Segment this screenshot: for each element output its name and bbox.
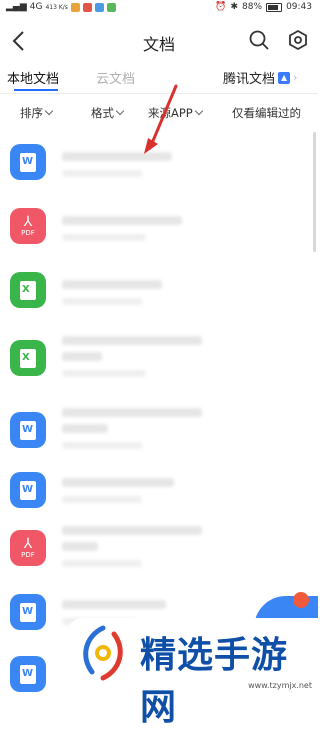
notification-icon bbox=[82, 2, 92, 12]
file-meta-redacted bbox=[62, 560, 142, 567]
excel-file-icon: X bbox=[10, 272, 46, 308]
file-meta-redacted bbox=[62, 496, 142, 503]
watermark-logo-icon bbox=[83, 625, 123, 681]
file-name-redacted bbox=[62, 424, 108, 433]
file-name-redacted bbox=[62, 352, 102, 361]
file-name-redacted bbox=[62, 280, 162, 289]
word-file-icon: W bbox=[10, 594, 46, 630]
tab-cloud-docs[interactable]: 云文档 bbox=[96, 68, 135, 87]
list-item[interactable]: ⅄ PDF bbox=[0, 516, 318, 582]
word-file-icon: W bbox=[10, 472, 46, 508]
filter-edited-label: 仅看编辑过的 bbox=[232, 106, 301, 120]
chevron-down-icon bbox=[115, 106, 125, 116]
list-item[interactable]: X bbox=[0, 326, 318, 392]
battery-percent: 88% bbox=[242, 2, 263, 12]
chevron-down-icon bbox=[194, 106, 203, 116]
file-meta-redacted bbox=[62, 170, 142, 177]
active-tab-indicator bbox=[14, 89, 58, 91]
fab-badge bbox=[293, 592, 309, 608]
status-bar: ▂▄▆ 4G 413 K/s ⏰ ✱ 88% 09:43 bbox=[0, 0, 318, 16]
clock: 09:43 bbox=[286, 2, 312, 12]
annotation-arrow-icon bbox=[144, 84, 178, 154]
settings-button[interactable] bbox=[287, 29, 309, 51]
network-speed: 413 K/s bbox=[45, 3, 68, 11]
word-file-icon: W bbox=[10, 144, 46, 180]
chevron-right-icon: › bbox=[293, 71, 298, 84]
alarm-icon: ⏰ bbox=[215, 2, 227, 12]
file-meta-redacted bbox=[62, 370, 146, 377]
search-icon bbox=[249, 30, 269, 50]
watermark-title: 精选手游网 bbox=[140, 635, 289, 728]
notification-icon bbox=[106, 2, 116, 12]
list-item[interactable]: ⅄ PDF bbox=[0, 202, 318, 252]
file-name-redacted bbox=[62, 478, 174, 487]
pdf-file-icon: ⅄ PDF bbox=[10, 208, 46, 244]
file-name-redacted bbox=[62, 542, 98, 551]
filter-sort-label: 排序 bbox=[20, 106, 43, 120]
file-meta-redacted bbox=[62, 234, 146, 241]
list-item[interactable]: X bbox=[0, 266, 318, 316]
scrollbar[interactable] bbox=[313, 132, 316, 252]
file-name-redacted bbox=[62, 600, 166, 609]
filter-sort[interactable]: 排序 bbox=[20, 105, 54, 121]
list-item[interactable]: W bbox=[0, 398, 318, 464]
watermark-url: www.tzymjx.net bbox=[248, 681, 312, 690]
signal-icon: ▂▄▆ bbox=[6, 2, 27, 12]
acrobat-icon: ⅄ bbox=[23, 213, 33, 230]
status-right: ⏰ ✱ 88% 09:43 bbox=[215, 2, 312, 12]
excel-file-icon: X bbox=[10, 340, 46, 376]
filter-edited-only[interactable]: 仅看编辑过的 bbox=[232, 105, 301, 121]
tencent-docs-icon: ▲ bbox=[278, 71, 291, 84]
filter-format-label: 格式 bbox=[91, 106, 114, 120]
pdf-file-icon: ⅄ PDF bbox=[10, 530, 46, 566]
word-file-icon: W bbox=[10, 656, 46, 692]
word-file-icon: W bbox=[10, 412, 46, 448]
network-type: 4G bbox=[29, 2, 43, 12]
filter-format[interactable]: 格式 bbox=[91, 105, 125, 121]
page-title: 文档 bbox=[142, 35, 175, 54]
tab-tencent-docs[interactable]: 腾讯文档 ▲ › bbox=[223, 68, 297, 87]
watermark: 精选手游网 www.tzymjx.net bbox=[68, 618, 318, 728]
acrobat-icon: ⅄ bbox=[23, 535, 33, 552]
notification-icon bbox=[94, 2, 104, 12]
file-name-redacted bbox=[62, 336, 202, 345]
settings-hex-icon bbox=[289, 29, 307, 51]
header: 文档 bbox=[0, 22, 318, 60]
bluetooth-icon: ✱ bbox=[230, 2, 239, 12]
search-button[interactable] bbox=[248, 29, 270, 51]
tab-local-docs[interactable]: 本地文档 bbox=[7, 68, 59, 87]
list-item[interactable]: W bbox=[0, 466, 318, 520]
file-name-redacted bbox=[62, 216, 182, 225]
status-left: ▂▄▆ 4G 413 K/s bbox=[6, 2, 116, 12]
battery-icon bbox=[266, 2, 283, 12]
tab-tencent-label: 腾讯文档 bbox=[223, 72, 276, 87]
file-name-redacted bbox=[62, 526, 202, 535]
chevron-down-icon bbox=[44, 106, 54, 116]
file-meta-redacted bbox=[62, 298, 142, 305]
file-meta-redacted bbox=[62, 442, 142, 449]
notification-icon bbox=[70, 2, 80, 12]
file-name-redacted bbox=[62, 408, 202, 417]
